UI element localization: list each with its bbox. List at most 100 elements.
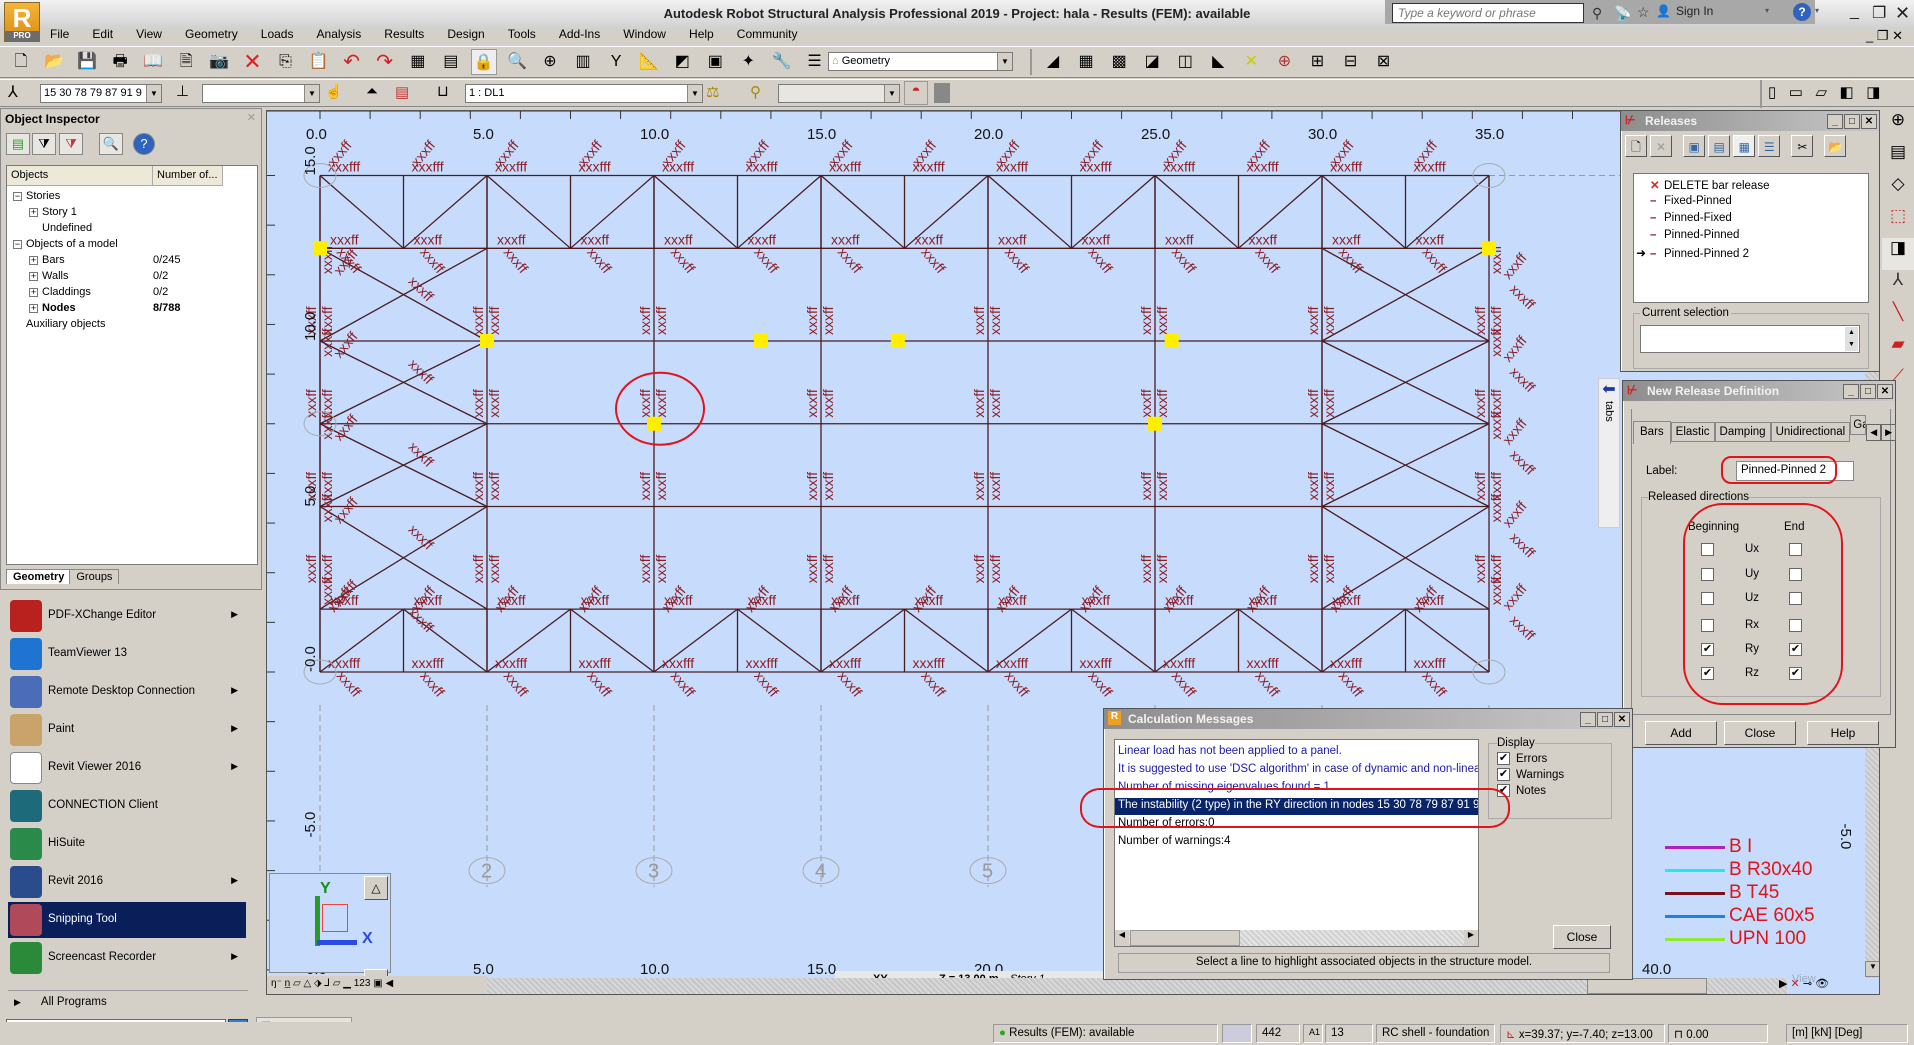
beam-icon[interactable]: ▭ [1789,84,1803,101]
tab-groups[interactable]: Groups [69,569,120,584]
story-up-button[interactable]: △ [364,876,388,900]
close-icon[interactable]: ✕ [1895,3,1910,24]
column-icon[interactable]: ▯ [1768,84,1776,101]
start-menu-item[interactable]: TeamViewer 13 [8,636,246,672]
release-list-item[interactable]: ➜ – Pinned-Pinned 2 [1636,246,1866,260]
bars-selection-combo[interactable]: ▼ [202,84,320,103]
close-icon[interactable]: ✕ [1614,712,1630,727]
filter-clear-icon[interactable]: ⧩ [59,133,83,155]
releases-icon[interactable]: ⬗ [314,978,322,989]
tab-unidirectional[interactable]: Unidirectional [1770,422,1851,442]
large-icons-icon[interactable]: ▣ [1683,135,1706,157]
collapse-icon[interactable]: − [13,239,22,249]
calc-messages-title-bar[interactable]: R Calculation Messages _ □ ✕ [1104,709,1632,729]
node-select-icon[interactable]: ⅄ [8,82,18,102]
paste-icon[interactable]: 📋 [306,49,332,75]
tab-elastic[interactable]: Elastic [1670,422,1715,442]
start-menu-item[interactable]: Screencast Recorder ▶ [8,940,246,976]
start-menu-item[interactable]: Snipping Tool [8,902,246,938]
start-menu-item[interactable]: Paint ▶ [8,712,246,748]
details-icon[interactable]: ☰ [1758,135,1781,157]
close-icon[interactable]: ✕ [247,111,256,124]
minimize-icon[interactable]: _ [1580,712,1596,727]
new-file-icon[interactable]: 🗋 [8,49,34,75]
local-axes-icon[interactable]: ⅃ [324,978,330,989]
close-icon[interactable]: ✕ [1861,114,1877,129]
expand-icon[interactable]: + [29,207,38,217]
satellite-icon[interactable]: 📡 [1614,5,1631,22]
grid-axes-icon[interactable]: ⊕ [1882,110,1914,142]
menu-geometry[interactable]: Geometry [185,27,238,41]
supports-nodal-icon[interactable]: ⬚ [1882,206,1914,238]
menu-edit[interactable]: Edit [92,27,113,41]
tree-item[interactable]: + Bars 0/245 [29,254,269,266]
panel-numbers-icon[interactable]: ▱ [293,978,301,989]
open-file-icon[interactable]: 📂 [41,49,67,75]
cut-icon[interactable]: ✂ [1791,135,1814,157]
tree-item[interactable]: + Claddings 0/2 [29,286,269,298]
new-icon[interactable]: 🗋 [1625,135,1647,157]
expand-icon[interactable]: + [29,271,38,281]
display-settings-icon[interactable]: ▥ [570,49,596,75]
split-view-2-icon[interactable]: ⊟ [1338,49,1364,75]
view-3d-icon[interactable]: ✦ [735,49,761,75]
column-number-of[interactable]: Number of... [153,166,223,186]
release-list-item[interactable]: – Pinned-Fixed [1636,212,1866,224]
measure-icon[interactable]: 📐 [636,49,662,75]
messages-hscrollbar[interactable]: ◀ ▶ [1115,930,1478,946]
sections-icon[interactable]: ▁ [343,978,351,989]
refine-mesh-icon[interactable]: ◣ [1205,49,1231,75]
generate-mesh-icon[interactable]: ◢ [1040,49,1066,75]
save-icon[interactable]: 💾 [74,49,100,75]
close-button[interactable]: Close [1553,925,1611,949]
node-numbers-icon[interactable]: ŋ⁻ [271,978,282,989]
chevron-down-icon[interactable]: ▼ [687,85,702,102]
menu-community[interactable]: Community [737,27,798,41]
display-loads-icon[interactable]: ◓ [904,81,928,105]
bar-numbers-icon[interactable]: n̲ [285,978,291,989]
redo-icon[interactable]: ↷ [372,49,398,75]
menu-loads[interactable]: Loads [261,27,294,41]
filter-icon[interactable]: ⧩ [32,133,56,155]
delete-icon[interactable]: ✕ [239,49,265,75]
menu-design[interactable]: Design [447,27,484,41]
list-icon[interactable]: ▦ [1733,135,1756,157]
calculator-icon[interactable]: ▦ [405,49,431,75]
checkbox[interactable]: ✔ [1497,752,1510,765]
minimize-icon[interactable]: _ [1843,384,1859,399]
tab-gap[interactable]: Ga [1850,415,1867,435]
releases-title-bar[interactable]: ⊬ Releases _ □ ✕ [1621,111,1879,131]
pan-zoom-icon[interactable]: ⊕ [537,49,563,75]
open-folder-icon[interactable]: 📂 [1824,135,1847,157]
print-icon[interactable]: 🖶 [107,49,133,75]
tree-item[interactable]: Undefined [29,222,269,234]
display-option-errors[interactable]: ✔ Errors [1497,752,1603,765]
tree-item[interactable]: + Story 1 [29,206,269,218]
menu-view[interactable]: View [136,27,162,41]
panels-icon[interactable]: ▱ [333,978,341,989]
print-preview-icon[interactable]: 📖 [140,49,166,75]
tree-item[interactable]: − Stories [13,190,253,202]
mode-combo[interactable]: ▼ [778,84,900,103]
chevron-down-icon[interactable]: ▾ [1815,6,1819,15]
eye-icon[interactable]: 👁 [1815,978,1829,990]
tree-item[interactable]: Auxiliary objects [13,318,253,330]
expand-icon[interactable]: + [29,287,38,297]
load-case-icon[interactable]: ⊔ [437,82,449,100]
delete-icon[interactable]: ✕ [1650,135,1673,157]
selection-help-icon[interactable]: ☝ [325,83,342,100]
mode-select-icon[interactable]: ⚲ [750,83,761,101]
scrollbar-thumb[interactable] [1130,930,1240,946]
chevron-down-icon[interactable]: ▼ [884,85,899,102]
split-view-3-icon[interactable]: ⊠ [1371,49,1397,75]
mesh-options-icon[interactable]: ▦ [1073,49,1099,75]
section-table-icon[interactable]: ▤ [1882,142,1914,174]
side-tabs[interactable]: ⬅ tabs [1598,378,1620,528]
new-release-title-bar[interactable]: ⊬ New Release Definition _ □ ✕ [1623,381,1895,401]
scroll-left-icon[interactable]: ◀ [1115,930,1129,946]
message-row[interactable]: Number of warnings:4 [1115,834,1478,851]
chevron-down-icon[interactable]: ▼ [304,85,319,102]
current-selection-input[interactable]: ▲ ▼ [1640,325,1860,353]
star-icon[interactable]: ☆ [1637,4,1650,21]
tab-bars[interactable]: Bars [1633,421,1671,444]
